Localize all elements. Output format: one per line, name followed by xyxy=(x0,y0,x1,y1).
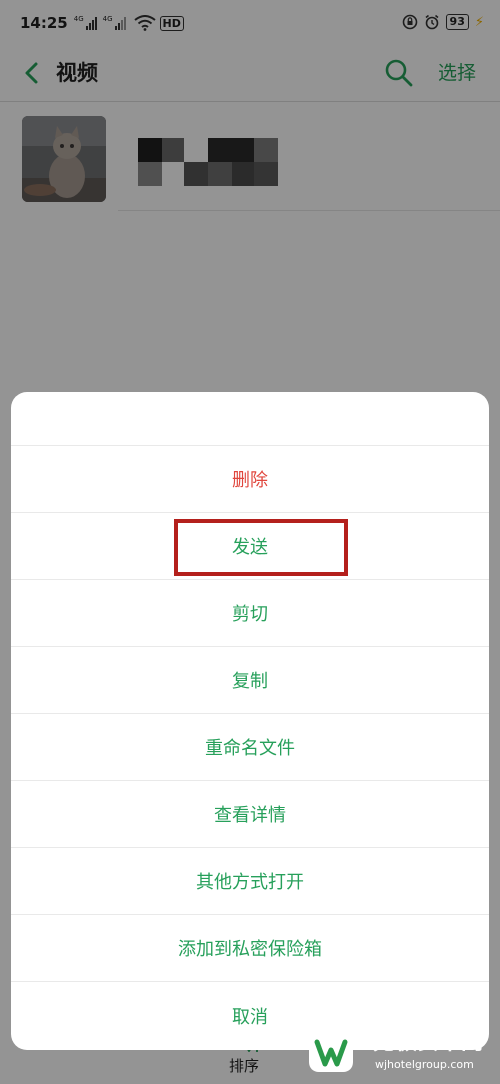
cut-button[interactable]: 剪切 xyxy=(11,580,489,647)
delete-button[interactable]: 删除 xyxy=(11,446,489,513)
action-sheet-header xyxy=(11,392,489,446)
watermark-name: 无极安卓网 xyxy=(373,1030,484,1055)
watermark-logo-icon xyxy=(309,1032,353,1072)
open-with-button[interactable]: 其他方式打开 xyxy=(11,848,489,915)
highlight-annotation-box xyxy=(174,519,348,576)
watermark-url: wjhotelgroup.com xyxy=(375,1058,474,1071)
watermark: 无极安卓网 wjhotelgroup.com xyxy=(303,1024,495,1080)
rename-file-button[interactable]: 重命名文件 xyxy=(11,714,489,781)
add-to-private-safe-button[interactable]: 添加到私密保险箱 xyxy=(11,915,489,982)
action-sheet: 删除 发送 剪切 复制 重命名文件 查看详情 其他方式打开 添加到私密保险箱 取… xyxy=(11,392,489,1050)
view-details-button[interactable]: 查看详情 xyxy=(11,781,489,848)
copy-button[interactable]: 复制 xyxy=(11,647,489,714)
